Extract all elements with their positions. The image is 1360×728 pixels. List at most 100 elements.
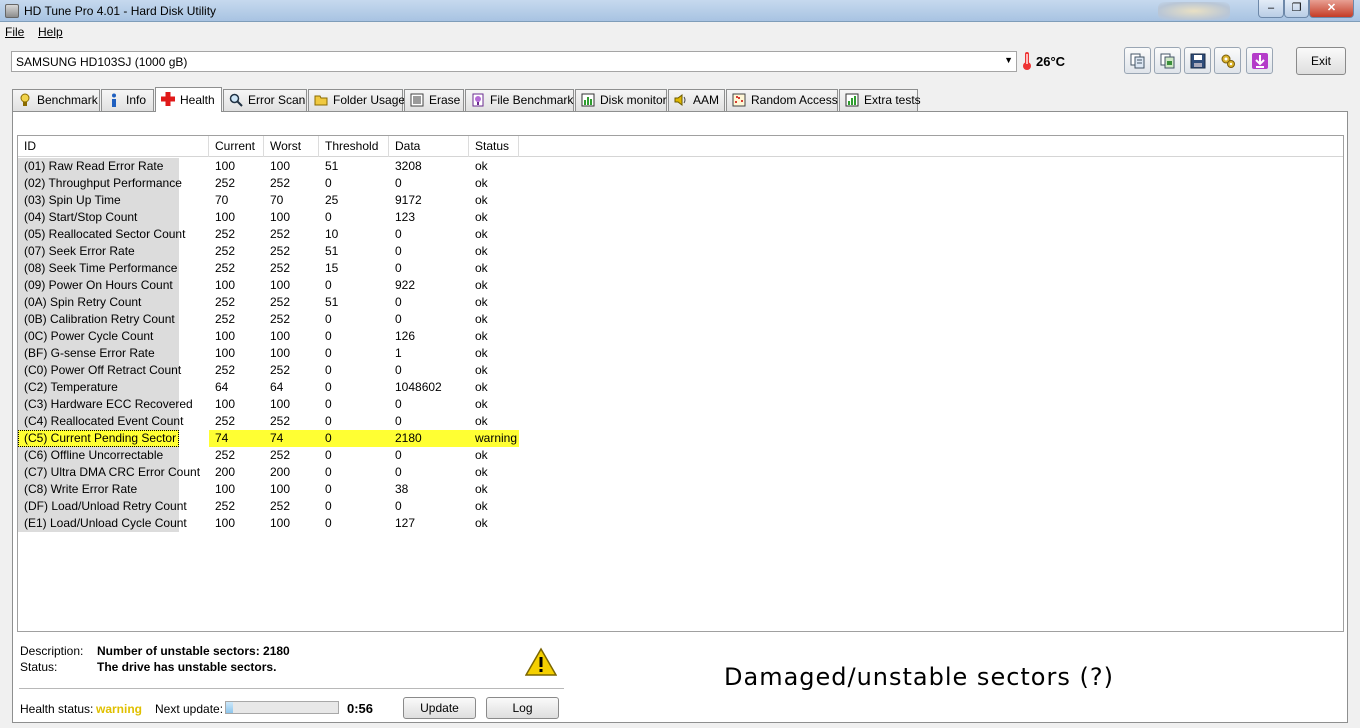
table-row[interactable]: (04) Start/Stop Count 100 100 0 123 ok: [18, 209, 1343, 226]
update-button[interactable]: Update: [403, 697, 476, 719]
cell-id: (C6) Offline Uncorrectable: [18, 447, 179, 464]
table-row[interactable]: (09) Power On Hours Count 100 100 0 922 ok: [18, 277, 1343, 294]
table-row[interactable]: (C4) Reallocated Event Count 252 252 0 0 ok: [18, 413, 1343, 430]
column-header-current[interactable]: Current: [209, 136, 264, 157]
cell-threshold: 0: [325, 329, 332, 343]
cell-worst: 100: [270, 210, 291, 224]
save-icon: [1190, 53, 1206, 69]
tab-file-benchmark[interactable]: File Benchmark: [465, 89, 574, 111]
health-panel: ID Current Worst Threshold Data Status (…: [12, 111, 1348, 723]
cell-data: 1048602: [395, 380, 442, 394]
menu-help[interactable]: Help: [38, 25, 63, 39]
cell-data: 0: [395, 397, 402, 411]
cell-worst: 252: [270, 414, 291, 428]
table-row[interactable]: (C3) Hardware ECC Recovered 100 100 0 0 ok: [18, 396, 1343, 413]
table-row[interactable]: (02) Throughput Performance 252 252 0 0 ok: [18, 175, 1343, 192]
tab-extra-tests[interactable]: Extra tests: [839, 89, 921, 111]
cell-threshold: 0: [325, 397, 332, 411]
table-row[interactable]: (01) Raw Read Error Rate 100 100 51 3208 ok: [18, 158, 1343, 175]
table-row[interactable]: (DF) Load/Unload Retry Count 252 252 0 0 ok: [18, 498, 1343, 515]
cell-threshold: 0: [325, 363, 332, 377]
cell-threshold: 51: [325, 244, 339, 258]
cell-data: 123: [395, 210, 416, 224]
drive-select[interactable]: SAMSUNG HD103SJ (1000 gB) ▼: [11, 51, 1017, 72]
column-header-status[interactable]: Status: [469, 136, 519, 157]
tab-aam[interactable]: AAM: [668, 89, 725, 111]
cell-worst: 100: [270, 329, 291, 343]
maximize-button[interactable]: ❐: [1284, 0, 1309, 18]
tab-health[interactable]: Health: [155, 87, 222, 112]
tab-error-scan[interactable]: Error Scan: [223, 89, 307, 111]
table-row[interactable]: (03) Spin Up Time 70 70 25 9172 ok: [18, 192, 1343, 209]
cell-status: ok: [475, 312, 488, 326]
tab-random-access[interactable]: Random Access: [726, 89, 838, 111]
copy-screenshot-button[interactable]: [1154, 47, 1181, 74]
table-row[interactable]: (0B) Calibration Retry Count 252 252 0 0 ok: [18, 311, 1343, 328]
tab-disk-monitor[interactable]: Disk monitor: [575, 89, 667, 111]
options-button[interactable]: [1214, 47, 1241, 74]
table-row[interactable]: (08) Seek Time Performance 252 252 15 0 ok: [18, 260, 1343, 277]
cell-current: 252: [215, 261, 236, 275]
cell-worst: 252: [270, 312, 291, 326]
table-row[interactable]: (C0) Power Off Retract Count 252 252 0 0 ok: [18, 362, 1343, 379]
cell-id: (BF) G-sense Error Rate: [18, 345, 179, 362]
table-row[interactable]: (0C) Power Cycle Count 100 100 0 126 ok: [18, 328, 1343, 345]
table-row[interactable]: (C8) Write Error Rate 100 100 0 38 ok: [18, 481, 1343, 498]
table-row[interactable]: (0A) Spin Retry Count 252 252 51 0 ok: [18, 294, 1343, 311]
cell-status: ok: [475, 295, 488, 309]
table-row[interactable]: (C7) Ultra DMA CRC Error Count 200 200 0 0 ok: [18, 464, 1343, 481]
cell-current: 100: [215, 329, 236, 343]
column-header-data[interactable]: Data: [389, 136, 469, 157]
thermometer-icon: [1023, 52, 1031, 70]
health-status-label: Health status:: [20, 702, 94, 716]
smart-table[interactable]: ID Current Worst Threshold Data Status (…: [17, 135, 1344, 632]
cell-worst: 252: [270, 261, 291, 275]
file-benchmark-icon: [472, 93, 484, 107]
download-button[interactable]: [1246, 47, 1273, 74]
cell-status: ok: [475, 329, 488, 343]
tab-benchmark[interactable]: Benchmark: [12, 89, 100, 111]
exit-button[interactable]: Exit: [1296, 47, 1346, 75]
menu-file[interactable]: File: [5, 25, 24, 39]
cell-worst: 100: [270, 397, 291, 411]
cell-id: (C3) Hardware ECC Recovered: [18, 396, 193, 413]
column-header-id[interactable]: ID: [18, 136, 209, 157]
tab-label: Health: [180, 93, 215, 107]
cell-worst: 252: [270, 499, 291, 513]
log-button[interactable]: Log: [486, 697, 559, 719]
table-row[interactable]: (05) Reallocated Sector Count 252 252 10 0 ok: [18, 226, 1343, 243]
cell-worst: 252: [270, 176, 291, 190]
cell-threshold: 15: [325, 261, 339, 275]
cell-status: ok: [475, 159, 488, 173]
cell-id: (DF) Load/Unload Retry Count: [18, 498, 187, 515]
table-row[interactable]: (C2) Temperature 64 64 0 1048602 ok: [18, 379, 1343, 396]
cell-current: 252: [215, 227, 236, 241]
cell-status: ok: [475, 193, 488, 207]
table-row[interactable]: (BF) G-sense Error Rate 100 100 0 1 ok: [18, 345, 1343, 362]
column-header-worst[interactable]: Worst: [264, 136, 319, 157]
cell-data: 3208: [395, 159, 422, 173]
cell-status: ok: [475, 465, 488, 479]
temperature-readout: 26°C: [1036, 54, 1066, 69]
close-button[interactable]: ✕: [1309, 0, 1354, 18]
tab-folder-usage[interactable]: Folder Usage: [308, 89, 405, 111]
tab-erase[interactable]: Erase: [404, 89, 464, 111]
error-scan-icon: [229, 93, 243, 107]
cell-data: 0: [395, 176, 402, 190]
tab-label: Erase: [429, 93, 461, 107]
minimize-button[interactable]: –: [1258, 0, 1284, 18]
table-row[interactable]: (C6) Offline Uncorrectable 252 252 0 0 ok: [18, 447, 1343, 464]
tab-label: Random Access: [751, 93, 838, 107]
column-header-threshold[interactable]: Threshold: [319, 136, 389, 157]
table-row[interactable]: (E1) Load/Unload Cycle Count 100 100 0 127 ok: [18, 515, 1343, 532]
tab-info[interactable]: Info: [101, 89, 154, 111]
copy-text-button[interactable]: [1124, 47, 1151, 74]
cell-threshold: 0: [325, 499, 332, 513]
table-row[interactable]: (07) Seek Error Rate 252 252 51 0 ok: [18, 243, 1343, 260]
cell-status: ok: [475, 176, 488, 190]
table-row[interactable]: (C5) Current Pending Sector 74 74 0 2180 warn…: [18, 430, 1343, 447]
title-bar: HD Tune Pro 4.01 - Hard Disk Utility – ❐…: [0, 0, 1360, 22]
cell-threshold: 0: [325, 278, 332, 292]
save-button[interactable]: [1184, 47, 1211, 74]
menu-bar: File Help: [0, 22, 1360, 42]
